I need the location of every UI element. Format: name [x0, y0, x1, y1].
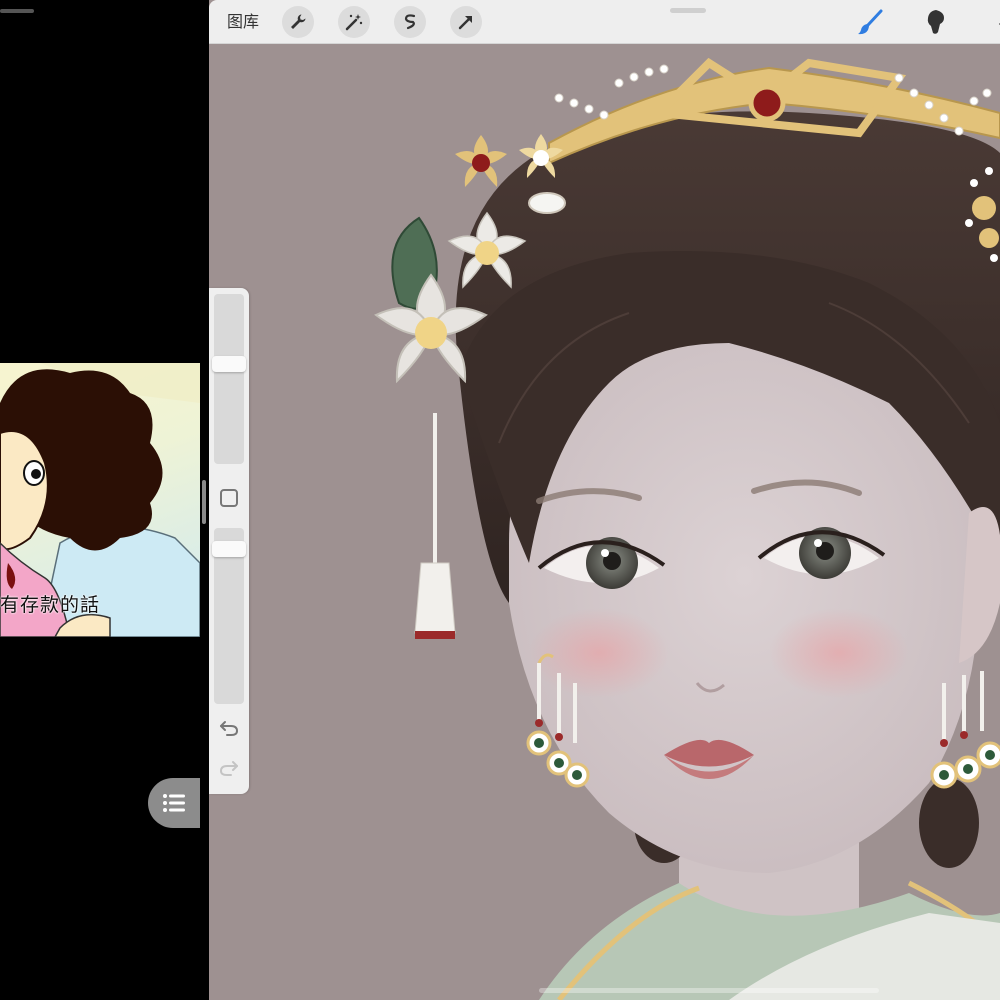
list-icon	[163, 794, 185, 812]
procreate-app: 图库	[209, 0, 1000, 1000]
sidebar	[209, 288, 249, 794]
opacity-thumb[interactable]	[212, 541, 246, 557]
eraser-icon	[999, 23, 1000, 25]
gallery-button[interactable]: 图库	[227, 0, 259, 43]
magic-wand-icon	[345, 14, 363, 31]
eraser-tool-button[interactable]	[983, 4, 1000, 40]
smudge-icon	[927, 10, 944, 34]
home-indicator	[539, 988, 879, 993]
brush-size-slider[interactable]	[212, 294, 246, 464]
undo-icon	[220, 721, 239, 736]
opacity-slider[interactable]	[212, 528, 246, 704]
transform-button[interactable]	[450, 6, 482, 38]
video-subtitle: 有存款的話	[0, 594, 101, 616]
wrench-icon	[291, 14, 306, 29]
portrait-artwork	[374, 57, 1000, 1000]
list-button[interactable]	[148, 778, 200, 828]
actions-button[interactable]	[282, 6, 314, 38]
split-view-divider[interactable]	[202, 480, 206, 524]
redo-button[interactable]	[217, 756, 241, 780]
selection-button[interactable]	[394, 6, 426, 38]
redo-icon	[219, 761, 238, 776]
toolbar-grabber[interactable]	[670, 8, 706, 13]
selection-icon	[404, 14, 416, 30]
window-grabber[interactable]	[0, 9, 34, 13]
smudge-tool-button[interactable]	[918, 4, 954, 40]
adjustments-button[interactable]	[338, 6, 370, 38]
brush-tool-button[interactable]	[853, 4, 889, 40]
brush-icon	[858, 9, 883, 35]
left-split-pane: 有存款的話	[0, 0, 206, 1000]
top-toolbar: 图库	[209, 0, 1000, 43]
modify-button[interactable]	[220, 489, 238, 507]
undo-button[interactable]	[217, 716, 241, 740]
brush-size-thumb[interactable]	[212, 356, 246, 372]
transform-arrow-icon	[458, 16, 472, 30]
drawing-canvas[interactable]	[209, 43, 1000, 1000]
